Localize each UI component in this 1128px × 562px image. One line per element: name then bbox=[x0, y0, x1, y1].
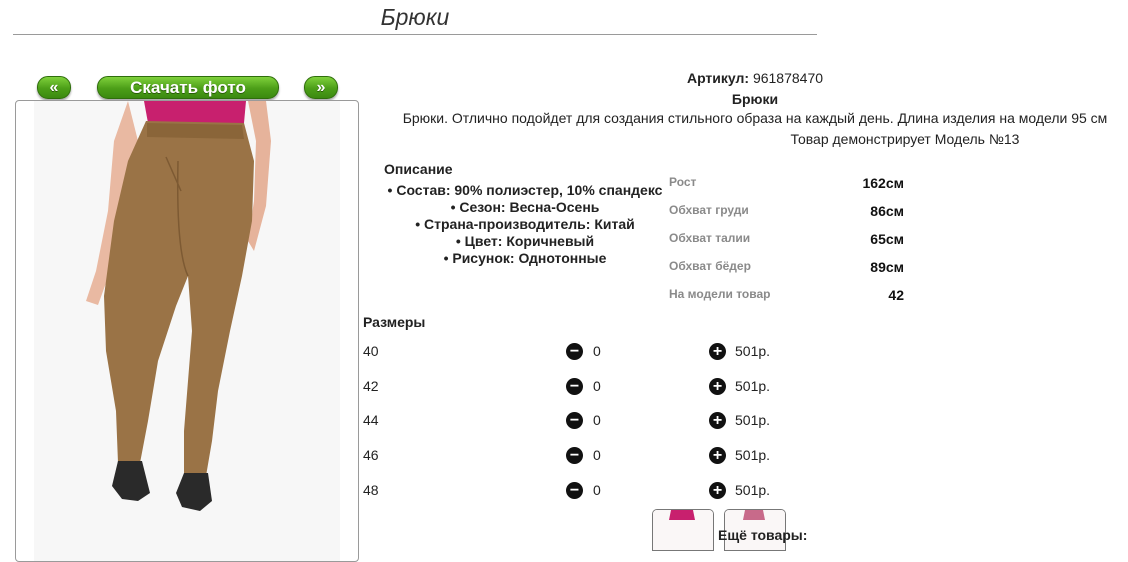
size-label: 40 bbox=[363, 343, 379, 359]
minus-circle-icon[interactable]: − bbox=[566, 482, 583, 499]
quantity-value: 0 bbox=[593, 412, 601, 428]
plus-circle-icon[interactable]: + bbox=[709, 343, 726, 360]
size-label: 48 bbox=[363, 482, 379, 498]
page-title: Брюки bbox=[380, 4, 450, 30]
description-item: Сезон: Весна-Осень bbox=[370, 199, 680, 216]
article-value: 961878470 bbox=[752, 70, 824, 86]
prev-photo-button[interactable]: « bbox=[37, 76, 71, 99]
plus-circle-icon[interactable]: + bbox=[709, 412, 726, 429]
size-label: 46 bbox=[363, 447, 379, 463]
measurement-value: 162см bbox=[862, 175, 904, 191]
size-label: 44 bbox=[363, 412, 379, 428]
product-photo-image bbox=[34, 101, 340, 561]
related-product-thumbnail[interactable] bbox=[652, 509, 714, 551]
measurement-value: 89см bbox=[870, 259, 904, 275]
description-item: Страна-производитель: Китай bbox=[370, 216, 680, 233]
description-list: Состав: 90% полиэстер, 10% спандекс Сезо… bbox=[370, 182, 680, 267]
quantity-value: 0 bbox=[593, 447, 601, 463]
description-item: Состав: 90% полиэстер, 10% спандекс bbox=[370, 182, 680, 199]
size-label: 42 bbox=[363, 378, 379, 394]
description-item: Цвет: Коричневый bbox=[370, 233, 680, 250]
next-photo-button[interactable]: » bbox=[304, 76, 338, 99]
measurement-value: 42 bbox=[888, 287, 904, 303]
description-heading: Описание bbox=[384, 161, 453, 177]
size-price: 501р. bbox=[735, 412, 771, 428]
size-price: 501р. bbox=[735, 447, 771, 463]
size-price: 501р. bbox=[735, 482, 771, 498]
plus-circle-icon[interactable]: + bbox=[709, 482, 726, 499]
more-products-heading: Ещё товары: bbox=[718, 527, 808, 543]
download-photo-button[interactable]: Скачать фото bbox=[97, 76, 279, 99]
minus-circle-icon[interactable]: − bbox=[566, 447, 583, 464]
measurement-value: 86см bbox=[870, 203, 904, 219]
product-description: Брюки. Отлично подойдет для создания сти… bbox=[402, 110, 1108, 126]
product-name: Брюки bbox=[731, 91, 779, 107]
product-photo[interactable] bbox=[15, 100, 359, 562]
size-price: 501р. bbox=[735, 378, 771, 394]
minus-circle-icon[interactable]: − bbox=[566, 378, 583, 395]
model-note: Товар демонстрирует Модель №13 bbox=[790, 131, 1020, 147]
measurement-value: 65см bbox=[870, 231, 904, 247]
article-label: Артикул: bbox=[686, 70, 750, 86]
quantity-value: 0 bbox=[593, 343, 601, 359]
plus-circle-icon[interactable]: + bbox=[709, 447, 726, 464]
minus-circle-icon[interactable]: − bbox=[566, 412, 583, 429]
quantity-value: 0 bbox=[593, 378, 601, 394]
quantity-value: 0 bbox=[593, 482, 601, 498]
sizes-heading: Размеры bbox=[363, 314, 426, 330]
plus-circle-icon[interactable]: + bbox=[709, 378, 726, 395]
title-divider bbox=[13, 34, 817, 35]
thumbnail-image bbox=[653, 510, 713, 550]
minus-circle-icon[interactable]: − bbox=[566, 343, 583, 360]
size-price: 501р. bbox=[735, 343, 771, 359]
article-line: Артикул: 961878470 bbox=[360, 70, 1128, 86]
description-item: Рисунок: Однотонные bbox=[370, 250, 680, 267]
